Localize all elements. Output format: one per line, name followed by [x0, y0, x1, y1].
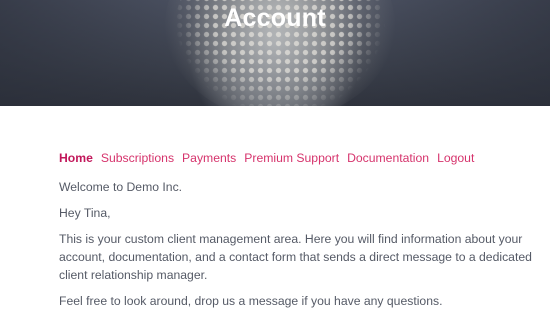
nav-item-logout[interactable]: Logout — [437, 150, 474, 166]
greeting-text: Hey Tina, — [59, 206, 111, 220]
page-header-banner: Account — [0, 0, 550, 106]
nav-item-home[interactable]: Home — [59, 150, 93, 166]
welcome-text: Welcome to Demo Inc. — [59, 180, 183, 194]
nav-item-payments[interactable]: Payments — [182, 150, 236, 166]
page-title: Account — [224, 4, 326, 32]
intro-text: This is your custom client management ar… — [59, 232, 532, 282]
nav-item-documentation[interactable]: Documentation — [347, 150, 429, 166]
nav-item-subscriptions[interactable]: Subscriptions — [101, 150, 174, 166]
closing-text: Feel free to look around, drop us a mess… — [59, 294, 443, 308]
main-content: Home Subscriptions Payments Premium Supp… — [59, 150, 539, 318]
account-nav: Home Subscriptions Payments Premium Supp… — [59, 150, 539, 166]
nav-item-premium-support[interactable]: Premium Support — [244, 150, 339, 166]
